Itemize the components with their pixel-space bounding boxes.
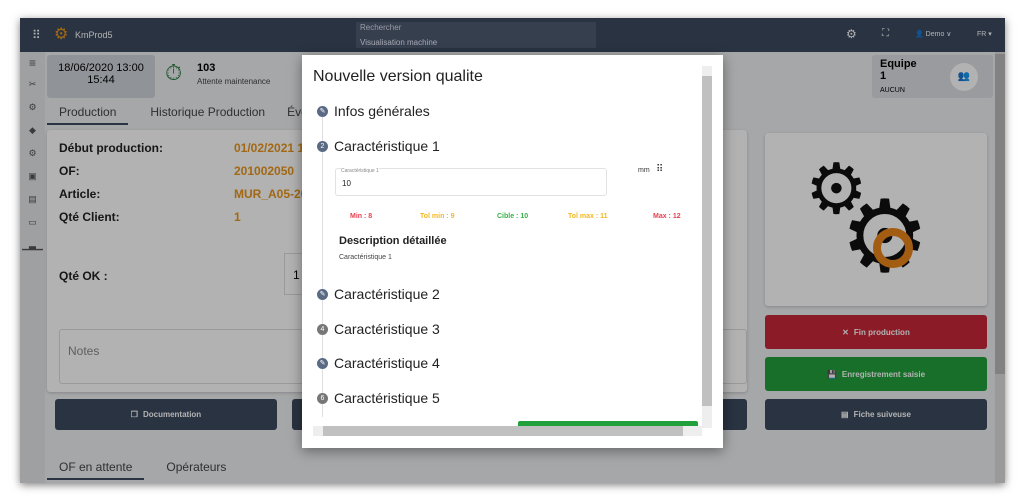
pencil-icon: ✎	[317, 105, 328, 117]
modal-title: Nouvelle version qualite	[313, 68, 483, 85]
pencil-icon: ✎	[317, 288, 328, 300]
field-value: 10	[342, 179, 351, 188]
step-caracteristique-1[interactable]: 2 Caractéristique 1	[317, 138, 440, 154]
limit-tol-min: Tol min : 9	[420, 213, 455, 220]
stepper-line	[322, 117, 323, 417]
step-label: Caractéristique 1	[334, 138, 440, 154]
step-label: Caractéristique 5	[334, 390, 440, 406]
step-caracteristique-3[interactable]: 4 Caractéristique 3	[317, 321, 440, 337]
step-number: 2	[317, 140, 328, 152]
limit-cible: Cible : 10	[497, 213, 529, 220]
step-number: 4	[317, 323, 328, 335]
step-label: Caractéristique 4	[334, 355, 440, 371]
step-label: Caractéristique 2	[334, 286, 440, 302]
step-number: 6	[317, 392, 328, 404]
step-caracteristique-5[interactable]: 6 Caractéristique 5	[317, 390, 440, 406]
modal-vertical-scrollbar[interactable]	[702, 66, 712, 428]
keypad-icon[interactable]: ⠿	[656, 164, 663, 175]
step-caracteristique-4[interactable]: ✎ Caractéristique 4	[317, 355, 440, 371]
limit-max: Max : 12	[653, 213, 681, 220]
modal-horizontal-scrollbar[interactable]	[313, 426, 702, 436]
step-label: Infos générales	[334, 103, 430, 119]
limit-tol-max: Tol max : 11	[568, 213, 608, 220]
limit-min: Min : 8	[350, 213, 373, 220]
pencil-icon: ✎	[317, 357, 328, 369]
field-label: Caractéristique 1	[341, 168, 379, 174]
description-text: Caractéristique 1	[339, 254, 392, 261]
step-label: Caractéristique 3	[334, 321, 440, 337]
step-infos-generales[interactable]: ✎ Infos générales	[317, 103, 430, 119]
quality-version-modal: Nouvelle version qualite ✎ Infos générale…	[302, 55, 723, 448]
caracteristique-input[interactable]: Caractéristique 1 10	[335, 168, 607, 196]
unit-label: mm	[638, 167, 650, 174]
description-title: Description détaillée	[339, 235, 447, 247]
step-caracteristique-2[interactable]: ✎ Caractéristique 2	[317, 286, 440, 302]
